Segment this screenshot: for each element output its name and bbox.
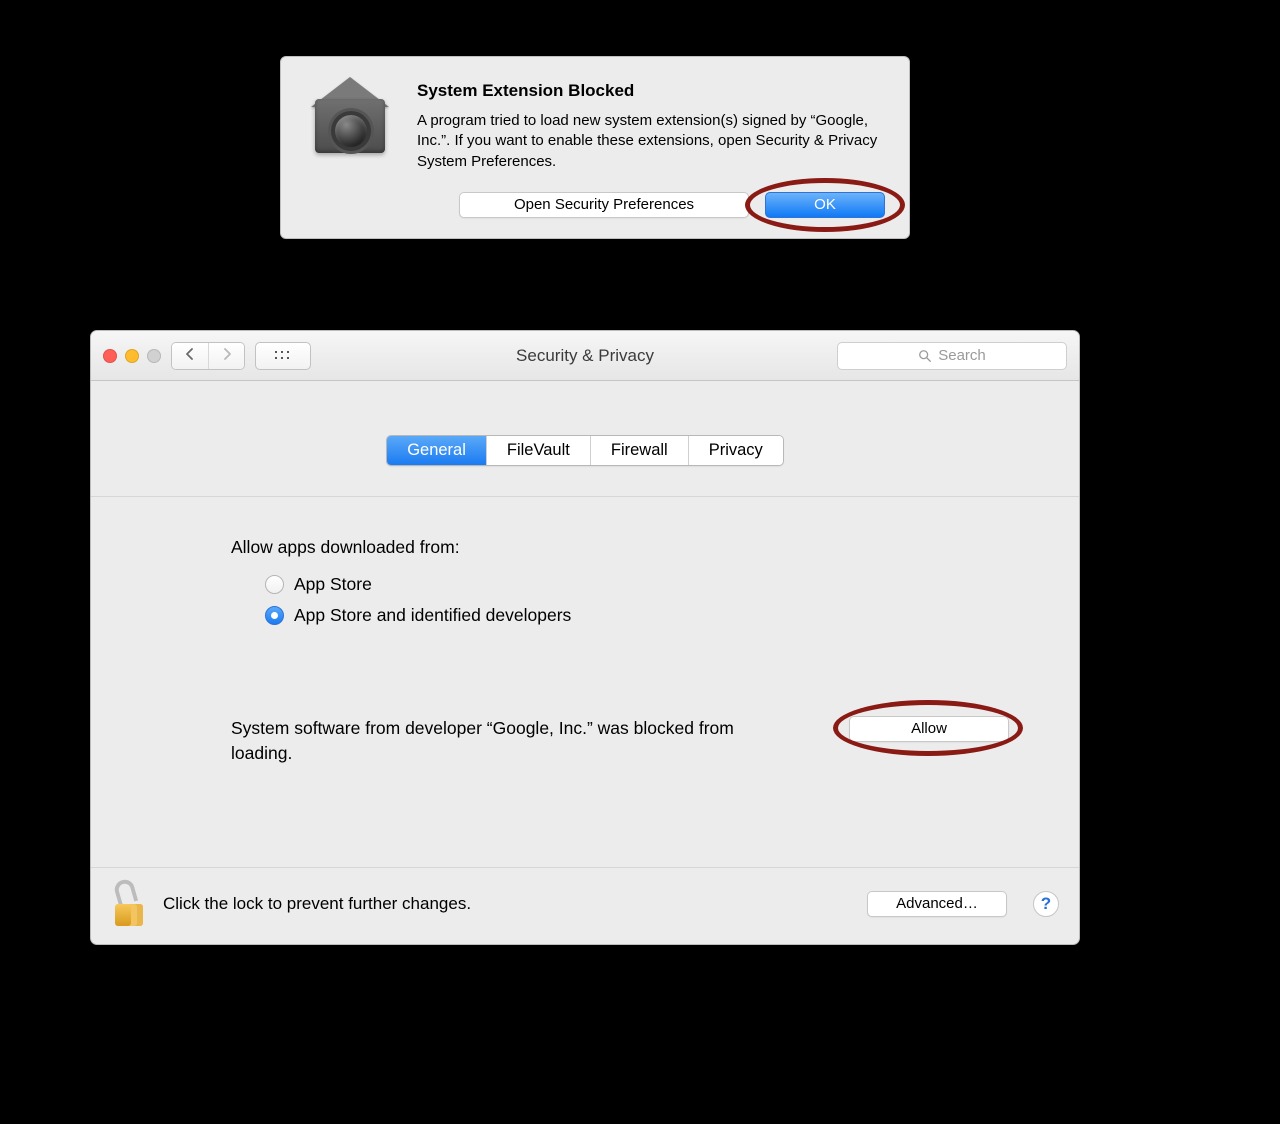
radio-app-store[interactable] [265,575,284,594]
ok-button[interactable]: OK [765,192,885,218]
tab-general[interactable]: General [387,436,486,465]
show-all-preferences-button[interactable] [255,342,311,370]
window-controls [103,349,161,363]
grid-icon [273,349,293,363]
search-field[interactable]: Search [837,342,1067,370]
open-security-preferences-button[interactable]: Open Security Preferences [459,192,749,218]
search-placeholder: Search [938,347,986,364]
chevron-left-icon [185,348,195,360]
allow-apps-label: Allow apps downloaded from: [231,537,1037,558]
alert-message: A program tried to load new system exten… [417,111,885,172]
close-window-button[interactable] [103,349,117,363]
security-privacy-window: Security & Privacy Search General FileVa… [90,330,1080,945]
security-icon [305,81,395,218]
tab-firewall[interactable]: Firewall [590,436,688,465]
alert-title: System Extension Blocked [417,81,885,101]
help-button[interactable]: ? [1033,891,1059,917]
advanced-button[interactable]: Advanced… [867,891,1007,917]
allow-button[interactable]: Allow [849,716,1009,742]
radio-app-store-label: App Store [294,574,372,595]
nav-back-button[interactable] [172,343,208,369]
nav-forward-button[interactable] [208,343,244,369]
minimize-window-button[interactable] [125,349,139,363]
tab-filevault[interactable]: FileVault [486,436,590,465]
tab-bar: General FileVault Firewall Privacy [386,435,784,466]
nav-back-forward [171,342,245,370]
lock-hint-text: Click the lock to prevent further change… [163,894,851,914]
search-icon [918,349,932,363]
chevron-right-icon [222,348,232,360]
radio-app-store-identified-developers-label: App Store and identified developers [294,605,571,626]
radio-app-store-identified-developers[interactable] [265,606,284,625]
system-extension-blocked-dialog: System Extension Blocked A program tried… [280,56,910,239]
lock-unlocked-icon[interactable] [111,882,147,926]
blocked-software-message: System software from developer “Google, … [231,716,791,767]
divider [91,496,1079,497]
window-titlebar: Security & Privacy Search [91,331,1079,381]
tab-privacy[interactable]: Privacy [688,436,783,465]
zoom-window-button[interactable] [147,349,161,363]
